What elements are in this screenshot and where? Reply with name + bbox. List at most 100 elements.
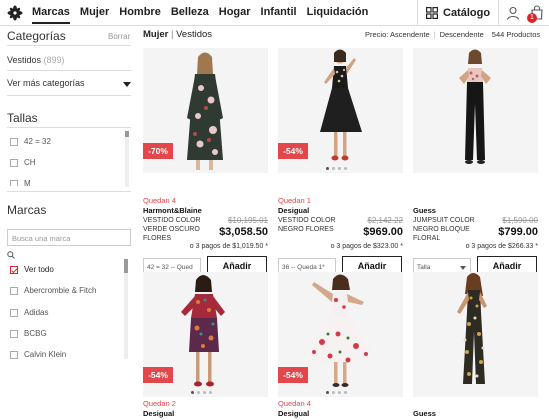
sort-ascending-option[interactable]: Precio: Ascendente: [365, 30, 430, 39]
product-description[interactable]: VESTIDO COLOR NEGRO FLORES: [278, 216, 346, 234]
checkbox[interactable]: [10, 286, 18, 295]
product-card[interactable]: -70% Quedan 4 Harmont&Blaine VESTIDO COL…: [143, 48, 268, 283]
installments-text: o 3 pagos de $1,019.50 *: [189, 243, 268, 250]
brand-option[interactable]: Abercrombie & Fitch: [10, 286, 96, 295]
product-card[interactable]: -54% Quedan 2 Desigual: [143, 272, 268, 420]
size-option[interactable]: CH: [10, 158, 36, 167]
discount-badge: -54%: [143, 367, 173, 383]
checkbox[interactable]: [10, 308, 18, 317]
nav-item-hombre[interactable]: Hombre: [119, 6, 161, 24]
nav-item-infantil[interactable]: Infantil: [261, 6, 297, 24]
more-categories-toggle[interactable]: Ver más categorías: [7, 78, 85, 88]
original-price: $10,195.01: [227, 216, 268, 225]
product-brand[interactable]: Harmont&Blaine: [143, 206, 202, 215]
category-vestidos-label: Vestidos: [7, 55, 42, 65]
catalog-button[interactable]: Catálogo: [417, 0, 500, 26]
product-brand[interactable]: Desigual: [278, 206, 309, 215]
nav-item-marcas[interactable]: Marcas: [32, 6, 70, 24]
discount-badge: -54%: [278, 143, 308, 159]
brands-title: Marcas: [7, 203, 47, 217]
main-menu: Marcas Mujer Hombre Belleza Hogar Infant…: [32, 6, 368, 24]
brand-option[interactable]: BCBG: [10, 329, 47, 338]
product-brand[interactable]: Desigual: [278, 409, 309, 418]
brands-scrollbar[interactable]: [124, 259, 128, 359]
original-price: $1,590.00: [502, 216, 538, 225]
sort-bar: Precio: Ascendente | Descendente 544 Pro…: [365, 30, 540, 39]
nav-item-belleza[interactable]: Belleza: [171, 6, 209, 24]
size-select-value: Talla: [417, 264, 431, 271]
product-card[interactable]: Guess JUMPSUIT COLOR NEGRO BLOQUE FLORAL…: [413, 48, 538, 283]
user-icon[interactable]: [506, 6, 520, 20]
product-image[interactable]: [413, 48, 538, 173]
more-categories-label: Ver más categorías: [7, 78, 85, 88]
size-select-value: 36 -- Queda 1*: [282, 264, 325, 271]
stock-label: Quedan 4: [278, 399, 311, 408]
brand-option-label: Ver todo: [24, 265, 54, 274]
brand-option[interactable]: Calvin Klein: [10, 350, 66, 359]
product-brand[interactable]: Guess: [413, 206, 436, 215]
stock-label: Quedan 2: [143, 399, 176, 408]
chevron-down-icon[interactable]: [123, 82, 131, 87]
product-image[interactable]: [413, 272, 538, 397]
search-icon: [7, 251, 15, 259]
sizes-scrollbar[interactable]: [125, 131, 129, 187]
top-navigation: Marcas Mujer Hombre Belleza Hogar Infant…: [0, 0, 549, 26]
product-brand[interactable]: Desigual: [143, 409, 174, 418]
size-option-label: 42 = 32: [24, 137, 51, 146]
product-card[interactable]: Guess: [413, 272, 538, 420]
brand-option-label: Calvin Klein: [24, 350, 67, 359]
product-card[interactable]: -54% Quedan 4 Desigual: [278, 272, 403, 420]
size-option[interactable]: 42 = 32: [10, 137, 51, 146]
product-card[interactable]: -54% Quedan 1 Desigual VESTIDO COLOR NEG…: [278, 48, 403, 283]
sale-price: $799.00: [498, 226, 538, 238]
image-carousel-dots[interactable]: [191, 391, 212, 394]
brands-scroll-thumb[interactable]: [124, 259, 128, 273]
product-photo: [413, 48, 538, 173]
stock-label: Quedan 4: [143, 196, 176, 205]
brand-option[interactable]: Adidas: [10, 308, 48, 317]
image-carousel-dots[interactable]: [326, 167, 347, 170]
clear-filters-link[interactable]: Borrar: [108, 32, 130, 41]
brand-option-label: Abercrombie & Fitch: [24, 286, 97, 295]
breadcrumb-mujer[interactable]: Mujer: [143, 29, 168, 40]
sizes-scroll-thumb[interactable]: [125, 131, 129, 137]
breadcrumb-vestidos: Vestidos: [176, 29, 213, 40]
brand-logo[interactable]: [7, 5, 23, 21]
checkbox[interactable]: [10, 137, 18, 146]
divider: [7, 191, 131, 192]
divider: [7, 70, 131, 71]
checkbox[interactable]: [10, 158, 18, 167]
nav-item-mujer[interactable]: Mujer: [80, 6, 109, 24]
sort-descending-option[interactable]: Descendente: [440, 30, 484, 39]
sizes-title: Tallas: [7, 111, 38, 125]
brand-option-all[interactable]: Ver todo: [10, 265, 54, 274]
brand-option-label: BCBG: [24, 329, 47, 338]
checkbox[interactable]: [10, 350, 18, 359]
divider: [7, 127, 131, 128]
size-select-value: 42 = 32 -- Qued: [147, 264, 193, 271]
breadcrumb-separator: |: [170, 29, 174, 40]
checkbox[interactable]: [10, 179, 18, 186]
nav-item-liquidacion[interactable]: Liquidación: [307, 6, 369, 24]
category-vestidos[interactable]: Vestidos (899): [7, 55, 65, 65]
stock-label: Quedan 1: [278, 196, 311, 205]
installments-text: o 3 pagos de $266.33 *: [465, 243, 538, 250]
product-description[interactable]: JUMPSUIT COLOR NEGRO BLOQUE FLORAL: [413, 216, 481, 243]
size-option[interactable]: M: [10, 179, 31, 186]
nav-item-hogar[interactable]: Hogar: [219, 6, 251, 24]
product-brand[interactable]: Guess: [413, 409, 436, 418]
brand-search-input[interactable]: Busca una marca: [7, 229, 131, 246]
product-photo: [413, 272, 538, 397]
image-carousel-dots[interactable]: [326, 391, 347, 394]
size-option-label: CH: [24, 158, 36, 167]
checkbox[interactable]: [10, 329, 18, 338]
product-count: 544 Productos: [491, 30, 541, 39]
discount-badge: -54%: [278, 367, 308, 383]
categories-title: Categorías: [7, 29, 66, 43]
breadcrumb: Mujer | Vestidos: [143, 29, 212, 40]
checkbox-checked[interactable]: [10, 265, 18, 274]
sale-price: $969.00: [363, 226, 403, 238]
product-description[interactable]: VESTIDO COLOR VERDE OSCURO FLORES: [143, 216, 211, 243]
grid-icon: [426, 7, 438, 19]
chevron-down-icon: [460, 266, 466, 270]
